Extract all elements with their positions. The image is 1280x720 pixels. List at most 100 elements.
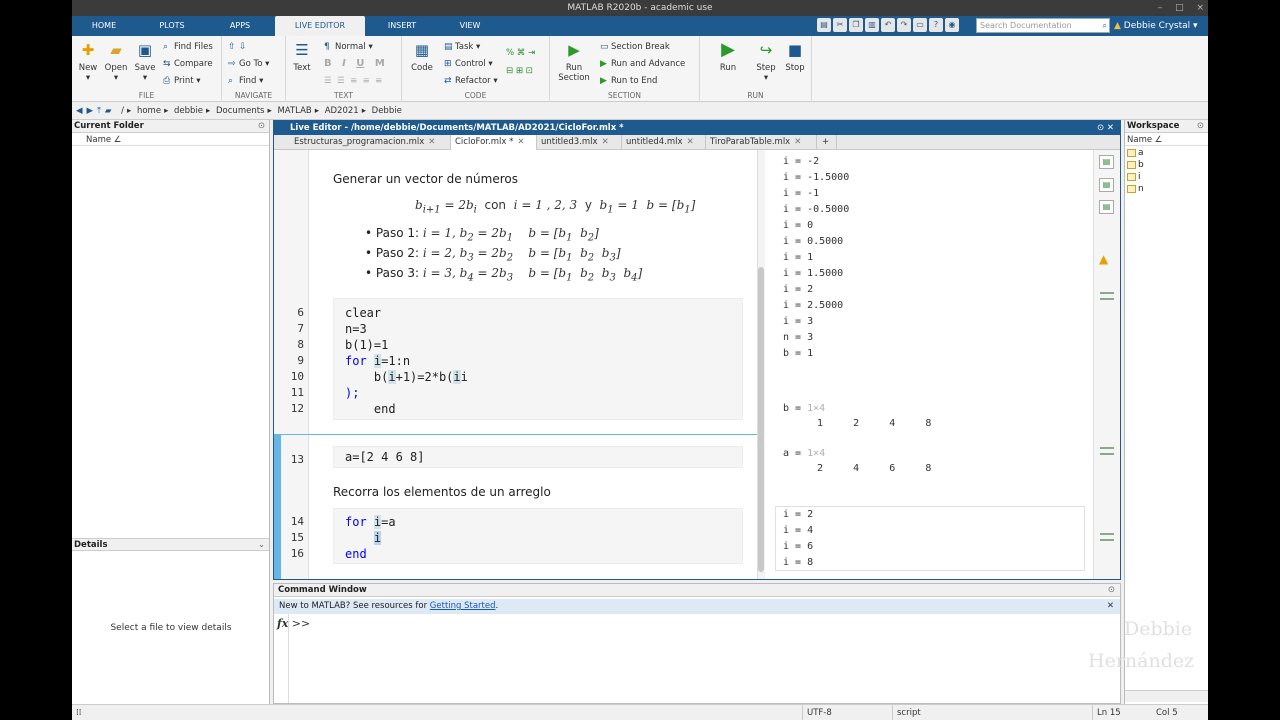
workspace-var-b[interactable]: b: [1127, 160, 1144, 170]
workspace-hscrollbar[interactable]: [1125, 690, 1208, 702]
print-button[interactable]: ⎙ Print ▾: [163, 74, 201, 88]
code-block-3[interactable]: for i=a i end: [333, 508, 743, 564]
path-home[interactable]: home: [137, 106, 161, 116]
user-menu[interactable]: ▲ Debbie Crystal ▾: [1114, 18, 1198, 34]
hide-code-icon[interactable]: ▤: [1099, 200, 1114, 214]
community-icon[interactable]: ◉: [945, 18, 959, 32]
undo-icon[interactable]: ↶: [881, 18, 895, 32]
code-block-1[interactable]: clear n=3 b(1)=1 for i=1:n b(i+1)=2*b(ii…: [333, 298, 743, 420]
chevron-down-icon[interactable]: ⌄: [258, 539, 265, 552]
code-line[interactable]: i: [345, 531, 382, 545]
tab-ciclofor[interactable]: CicloFor.mlx * ✕: [451, 135, 537, 150]
go-to-button[interactable]: ⇨ Go To ▾: [228, 57, 269, 71]
code-line[interactable]: a=[2 4 6 8]: [345, 450, 424, 464]
add-tab-button[interactable]: +: [817, 135, 837, 150]
section-indicator[interactable]: [274, 435, 281, 579]
back-icon[interactable]: ◀: [76, 106, 83, 116]
minimize-button[interactable]: –: [1158, 3, 1163, 13]
live-script-content[interactable]: Generar un vector de números bi+1 = 2bi …: [310, 150, 757, 579]
code-tools-row1[interactable]: % ⌘ ⇥: [506, 46, 535, 60]
code-line[interactable]: );: [345, 386, 359, 400]
path-debbie[interactable]: debbie: [174, 106, 203, 116]
refactor-button[interactable]: ⇄ Refactor ▾: [444, 74, 498, 88]
workspace-var-n[interactable]: n: [1127, 184, 1144, 194]
paste-icon[interactable]: ▥: [865, 18, 879, 32]
code-line[interactable]: b(1)=1: [345, 338, 388, 352]
format-buttons[interactable]: B I U M: [324, 57, 385, 71]
code-marker[interactable]: [1100, 533, 1114, 541]
search-icon[interactable]: ⌕: [1103, 19, 1107, 32]
run-to-end-button[interactable]: ▶ Run to End: [600, 74, 657, 88]
code-block-2[interactable]: a=[2 4 6 8]: [333, 446, 743, 468]
maximize-button[interactable]: □: [1175, 3, 1184, 13]
open-button[interactable]: ▰ Open ▾: [100, 40, 132, 83]
code-line[interactable]: b(i+1)=2*b(ii: [345, 370, 468, 384]
close-icon[interactable]: ✕: [1107, 599, 1114, 614]
code-tools-row2[interactable]: ⊟ ⊞ ⊡: [506, 64, 533, 78]
compare-button[interactable]: ⇆ Compare: [163, 57, 213, 71]
redo-icon[interactable]: ↷: [897, 18, 911, 32]
text-heading[interactable]: Generar un vector de números: [333, 172, 518, 186]
tab-home[interactable]: HOME: [80, 16, 128, 36]
code-marker[interactable]: [1100, 447, 1114, 455]
getting-started-link[interactable]: Getting Started: [430, 601, 496, 611]
name-column-header[interactable]: Name ∠: [72, 134, 269, 146]
run-button[interactable]: ▶ Run: [712, 40, 744, 74]
step-3[interactable]: • Paso 3: i = 3, b4 = 2b3 b = [b1 b2 b3 …: [365, 266, 642, 283]
step-2[interactable]: • Paso 2: i = 2, b3 = 2b2 b = [b1 b2 b3]: [365, 246, 621, 263]
editor-window-controls[interactable]: ⊙ ✕: [1097, 121, 1114, 135]
close-button[interactable]: ×: [1196, 3, 1204, 13]
up-folder-icon[interactable]: ⤒: [97, 106, 101, 116]
code-line[interactable]: clear: [345, 306, 381, 320]
save-icon[interactable]: ▤: [817, 18, 831, 32]
style-dropdown[interactable]: ¶ Normal ▾: [324, 40, 373, 54]
switch-windows-icon[interactable]: ▭: [913, 18, 927, 32]
code-line[interactable]: for i=a: [345, 515, 396, 529]
formula[interactable]: bi+1 = 2bi con i = 1 , 2, 3 y b1 = 1 b =…: [415, 198, 695, 215]
tab-view[interactable]: VIEW: [446, 16, 494, 36]
tab-untitled3[interactable]: untitled3.mlx ✕: [537, 135, 622, 150]
workspace-var-i[interactable]: i: [1127, 172, 1141, 182]
find-files-button[interactable]: ⌕ Find Files: [163, 40, 213, 54]
stop-button[interactable]: ■ Stop: [779, 40, 811, 73]
output-on-right-icon[interactable]: ▤: [1099, 155, 1114, 169]
panel-menu-icon[interactable]: ⊙: [1108, 584, 1115, 597]
step-button[interactable]: ↪ Step ▾: [750, 40, 782, 83]
run-and-advance-button[interactable]: ▶ Run and Advance: [600, 57, 685, 71]
code-button[interactable]: ▦ Code: [406, 40, 438, 73]
step-1[interactable]: • Paso 1: i = 1, b2 = 2b1 b = [b1 b2]: [365, 226, 599, 243]
tab-tiroparabtable[interactable]: TiroParabTable.mlx ✕: [706, 135, 817, 150]
address-bar[interactable]: ◀ ▶ ⤒ ▰ / ▸ home ▸ debbie ▸ Documents ▸ MATLAB ▸…: [72, 102, 1208, 120]
run-section-button[interactable]: ▶ Run Section: [554, 40, 594, 83]
tab-insert[interactable]: INSERT: [377, 16, 427, 36]
navigate-arrows[interactable]: ⇧ ⇩: [228, 40, 250, 54]
path-documents[interactable]: Documents: [216, 106, 264, 116]
output-inline-icon[interactable]: ▤: [1099, 178, 1114, 192]
find-button[interactable]: ⌕ Find ▾: [228, 74, 263, 88]
code-marker[interactable]: [1100, 292, 1114, 300]
save-button[interactable]: ▣ Save ▾: [129, 40, 161, 83]
copy-icon[interactable]: ❐: [849, 18, 863, 32]
bell-icon[interactable]: ▲: [1114, 21, 1121, 31]
panel-menu-icon[interactable]: ⊙: [1197, 120, 1204, 133]
tab-apps[interactable]: APPS: [214, 16, 266, 36]
tab-estructuras[interactable]: Estructuras_programacion.mlx ✕: [290, 135, 451, 150]
text-button[interactable]: ☰ Text: [286, 40, 318, 73]
tab-live-editor[interactable]: LIVE EDITOR: [275, 16, 365, 36]
command-prompt[interactable]: fx >>: [277, 617, 310, 630]
editor-scrollbar-thumb[interactable]: [758, 267, 764, 572]
path-root[interactable]: /: [121, 106, 124, 116]
search-documentation-input[interactable]: Search Documentation ⌕: [976, 18, 1110, 33]
panel-menu-icon[interactable]: ⊙: [258, 120, 265, 133]
path-matlab[interactable]: MATLAB: [277, 106, 311, 116]
section-break-button[interactable]: ▭ Section Break: [600, 40, 670, 54]
tab-untitled4[interactable]: untitled4.mlx ✕: [622, 135, 706, 150]
forward-icon[interactable]: ▶: [87, 106, 94, 116]
list-align-buttons[interactable]: ☰ ☰ ≡ ≡ ≡: [324, 74, 382, 88]
workspace-name-column[interactable]: Name ∠: [1125, 134, 1208, 146]
task-button[interactable]: ▤ Task ▾: [444, 40, 480, 54]
path-ad2021[interactable]: AD2021: [325, 106, 359, 116]
path-debbie-folder[interactable]: Debbie: [372, 106, 402, 116]
workspace-var-a[interactable]: a: [1127, 148, 1144, 158]
control-button[interactable]: ⊞ Control ▾: [444, 57, 493, 71]
